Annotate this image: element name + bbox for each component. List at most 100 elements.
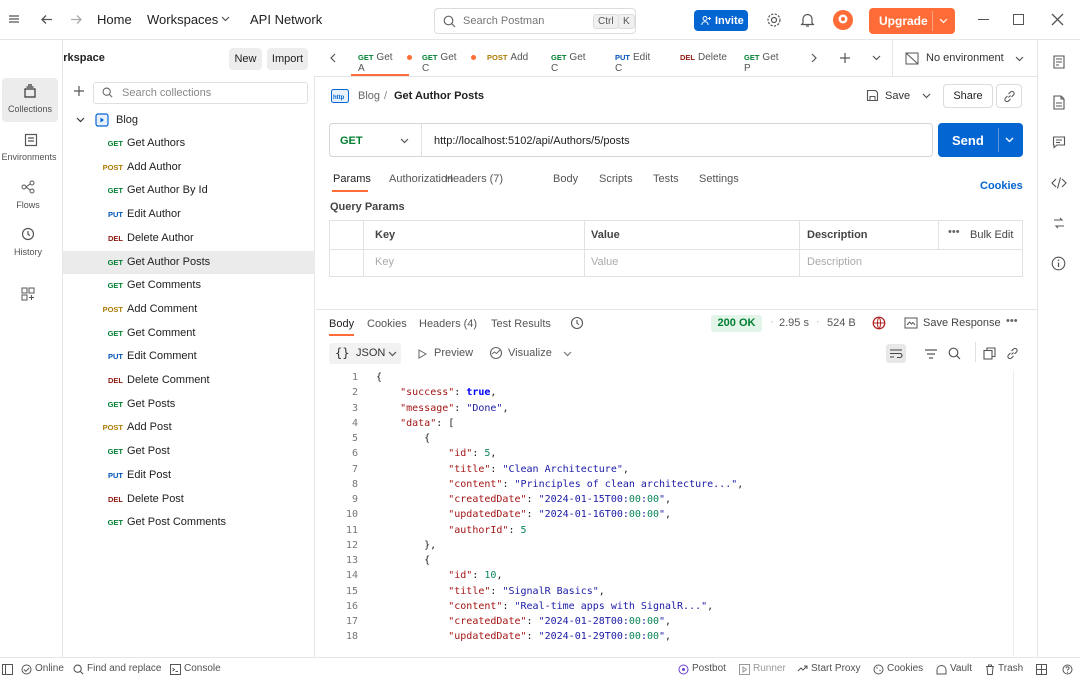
api-docs-icon[interactable] <box>1052 55 1066 69</box>
maximize-icon[interactable] <box>1013 14 1024 25</box>
copy-link-button[interactable] <box>996 84 1022 108</box>
tab-request[interactable]: DEL Delete <box>680 52 727 63</box>
network-globe-icon[interactable] <box>872 316 886 330</box>
bulk-edit-button[interactable]: Bulk Edit <box>970 229 1013 241</box>
back-arrow-icon[interactable] <box>40 13 53 26</box>
sidebar-item-history[interactable]: History <box>0 223 62 267</box>
list-item[interactable]: GET Get Author Posts <box>63 250 315 274</box>
send-button[interactable]: Send <box>938 123 1023 157</box>
visualize-button[interactable]: Visualize <box>508 347 552 359</box>
documentation-icon[interactable] <box>1052 95 1066 110</box>
list-item[interactable]: GET Get Author By Id <box>63 179 315 202</box>
tab-request[interactable]: GET Get C <box>551 52 586 74</box>
wrap-lines-button[interactable] <box>886 344 906 363</box>
new-tab-icon[interactable] <box>839 52 851 64</box>
response-size[interactable]: 524 B <box>827 317 856 329</box>
api-network-link[interactable]: API Network <box>250 12 322 27</box>
list-item[interactable]: POST Add Comment <box>63 298 315 321</box>
list-item[interactable]: POST Add Author <box>63 156 315 179</box>
forward-arrow-icon[interactable] <box>70 13 83 26</box>
tab-response-headers[interactable]: Headers (4) <box>419 318 477 330</box>
method-select[interactable]: GET <box>330 124 422 156</box>
tab-request[interactable]: GET Get A <box>358 52 393 74</box>
list-item[interactable]: PUT Edit Comment <box>63 345 315 368</box>
tab-settings[interactable]: Settings <box>699 173 739 185</box>
save-response-button[interactable]: Save Response <box>923 317 1001 329</box>
list-item[interactable]: GET Get Comment <box>63 322 315 345</box>
tab-response-body[interactable]: Body <box>329 318 354 330</box>
close-icon[interactable] <box>1051 13 1064 26</box>
upgrade-button[interactable]: Upgrade <box>869 8 955 34</box>
find-replace-button[interactable]: Find and replace <box>87 663 162 674</box>
list-item[interactable]: GET Get Post Comments <box>63 511 315 534</box>
list-item[interactable]: GET Get Posts <box>63 393 315 416</box>
list-item[interactable]: GET Get Comments <box>63 274 315 297</box>
layout-icon[interactable] <box>1036 664 1047 675</box>
tab-headers[interactable]: Headers (7) <box>445 173 503 185</box>
bell-icon[interactable] <box>800 12 815 28</box>
list-item[interactable]: DEL Delete Post <box>63 488 315 511</box>
tab-authorization[interactable]: Authorization <box>389 173 453 185</box>
history-icon[interactable] <box>570 316 584 330</box>
tab-params[interactable]: Params <box>333 173 371 185</box>
list-item[interactable]: GET Get Post <box>63 440 315 463</box>
toggle-sidebar-icon[interactable] <box>2 664 13 675</box>
list-item[interactable]: PUT Edit Author <box>63 203 315 226</box>
list-item[interactable]: DEL Delete Author <box>63 227 315 250</box>
help-icon[interactable] <box>1062 664 1073 675</box>
cookies-link[interactable]: Cookies <box>980 180 1023 192</box>
tab-request[interactable]: GET Get C <box>422 52 457 74</box>
related-collections-icon[interactable] <box>1052 216 1066 230</box>
format-select[interactable]: {} JSON <box>329 343 401 364</box>
gear-icon[interactable] <box>766 12 782 28</box>
list-item[interactable]: PUT Edit Post <box>63 464 315 487</box>
breadcrumb-parent[interactable]: Blog <box>358 90 380 102</box>
runner-button[interactable]: Runner <box>753 663 786 674</box>
tab-request[interactable]: GET Get P <box>744 52 779 74</box>
tab-request[interactable]: POST Add <box>487 52 528 63</box>
sidebar-item-flows[interactable]: Flows <box>0 176 62 220</box>
chevron-right-icon[interactable] <box>811 53 817 63</box>
add-collection-icon[interactable] <box>73 85 85 97</box>
menu-icon[interactable] <box>8 13 20 25</box>
info-icon[interactable] <box>1051 256 1066 271</box>
list-item[interactable]: POST Add Post <box>63 416 315 439</box>
save-button[interactable]: Save <box>862 84 937 108</box>
collection-blog[interactable]: Blog <box>63 110 315 132</box>
new-button[interactable]: New <box>229 48 262 70</box>
apps-grid-icon[interactable] <box>21 287 35 301</box>
sidebar-item-environments[interactable]: Environments <box>0 128 62 172</box>
status-badge[interactable]: 200 OK <box>711 315 762 332</box>
tab-request[interactable]: PUT Edit C <box>615 52 650 74</box>
search-input[interactable]: Search Postman Ctrl K <box>434 8 636 34</box>
trash-button[interactable]: Trash <box>998 663 1023 674</box>
response-time[interactable]: 2.95 s <box>779 317 809 329</box>
chevron-down-icon[interactable] <box>563 351 572 357</box>
description-input[interactable]: Description <box>807 256 862 268</box>
environment-selector[interactable]: No environment <box>905 49 1030 69</box>
value-input[interactable]: Value <box>591 256 618 268</box>
list-item[interactable]: DEL Delete Comment <box>63 369 315 392</box>
preview-button[interactable]: Preview <box>434 347 473 359</box>
url-input[interactable]: http://localhost:5102/api/Authors/5/post… <box>434 135 630 147</box>
tab-scripts[interactable]: Scripts <box>599 173 633 185</box>
minimize-icon[interactable] <box>978 19 989 20</box>
tab-response-cookies[interactable]: Cookies <box>367 318 407 330</box>
chevron-down-icon[interactable] <box>872 55 881 61</box>
workspaces-menu[interactable]: Workspaces <box>147 12 218 27</box>
filter-icon[interactable] <box>924 348 938 360</box>
comments-icon[interactable] <box>1052 135 1066 149</box>
key-input[interactable]: Key <box>375 256 394 268</box>
import-button[interactable]: Import <box>267 48 308 70</box>
invite-button[interactable]: Invite <box>694 10 748 31</box>
tab-body[interactable]: Body <box>553 173 578 185</box>
cookies-button[interactable]: Cookies <box>887 663 923 674</box>
copy-icon[interactable] <box>983 347 996 360</box>
avatar[interactable] <box>832 9 854 31</box>
link-icon[interactable] <box>1006 347 1019 360</box>
tab-tests[interactable]: Tests <box>653 173 679 185</box>
online-status[interactable]: Online <box>35 663 64 674</box>
more-options-icon[interactable]: ••• <box>948 226 960 238</box>
response-body[interactable]: 1{2 "success": true, 3 "message": "Done",… <box>316 370 1026 656</box>
home-link[interactable]: Home <box>97 12 132 27</box>
